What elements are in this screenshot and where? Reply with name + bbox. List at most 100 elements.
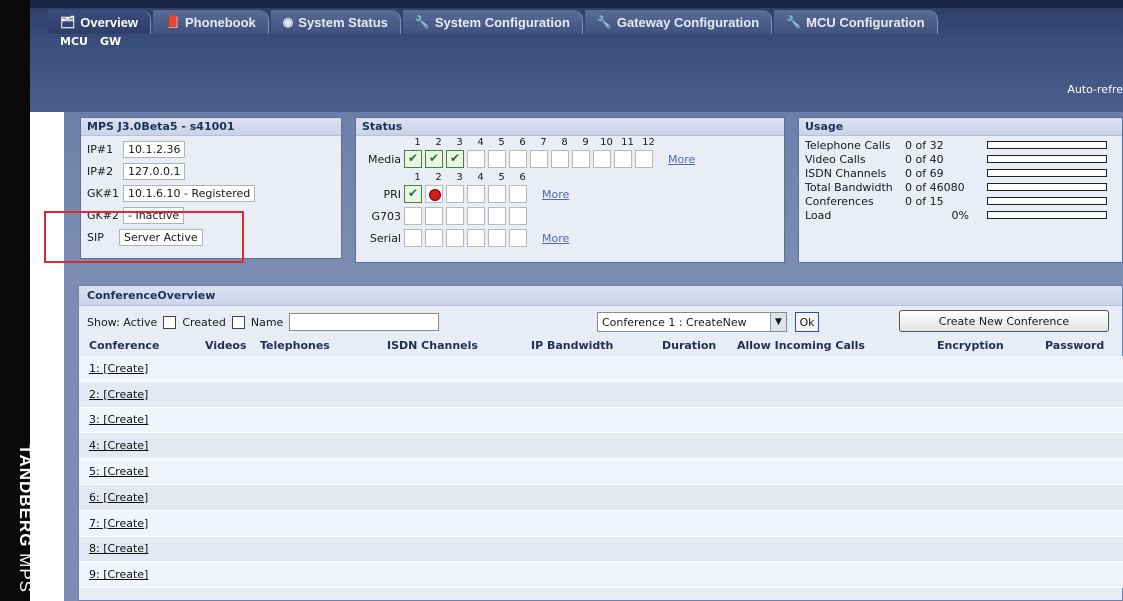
table-header: Conference Videos Telephones ISDN Channels I… xyxy=(79,338,1123,354)
usage-bar xyxy=(987,211,1107,219)
error-dot-icon xyxy=(425,185,443,203)
check-icon xyxy=(446,150,464,168)
status-cell xyxy=(509,229,527,247)
column-number: 6 xyxy=(519,137,526,148)
mps-rows: IP#1 10.1.2.36 IP#2 127.0.0.1 GK#1 10.1.6.10 … xyxy=(81,136,341,250)
subnav-mcu[interactable]: MCU xyxy=(60,35,88,48)
usage-bar xyxy=(987,155,1107,163)
tab-gateway-configuration[interactable]: 🔧 Gateway Configuration xyxy=(584,10,773,34)
usage-row: Load 0% xyxy=(805,208,1116,222)
create-conference-link[interactable]: 9: [Create] xyxy=(89,568,148,581)
wrench-icon: 🔧 xyxy=(786,15,802,29)
status-cell xyxy=(488,229,506,247)
table-row: 3: [Create] xyxy=(79,407,1123,434)
status-cell xyxy=(509,185,527,203)
column-number: 5 xyxy=(498,172,505,183)
usage-count: 0 of 32 xyxy=(905,138,944,152)
table-row: 4: [Create] xyxy=(79,433,1123,460)
column-number: 1 xyxy=(414,172,421,183)
column-number: 11 xyxy=(621,137,634,148)
ok-button[interactable]: Ok xyxy=(795,312,819,332)
conference-rows: 1: [Create] 2: [Create] 3: [Create] 4: [Cre… xyxy=(79,356,1123,589)
usage-row: ISDN Channels 0 of 69 xyxy=(805,166,1116,180)
more-link[interactable]: More xyxy=(542,188,569,201)
status-cell xyxy=(593,150,611,168)
status-cell xyxy=(509,207,527,225)
column-header: ISDN Channels xyxy=(387,339,478,352)
table-row: 6: [Create] xyxy=(79,484,1123,511)
mps-value: 10.1.2.36 xyxy=(123,140,186,158)
usage-panel: Usage Telephone Calls 0 of 32 Video Calls 0… xyxy=(798,117,1123,263)
create-conference-link[interactable]: 4: [Create] xyxy=(89,439,148,452)
create-conference-link[interactable]: 3: [Create] xyxy=(89,413,148,426)
created-checkbox[interactable] xyxy=(231,315,245,329)
name-input[interactable] xyxy=(289,313,440,331)
mps-value: 10.1.6.10 - Registered xyxy=(123,184,256,202)
more-link[interactable]: More xyxy=(668,153,695,166)
create-conference-link[interactable]: 5: [Create] xyxy=(89,465,148,478)
usage-row: Total Bandwidth 0 of 46080 xyxy=(805,180,1116,194)
create-conference-link[interactable]: 7: [Create] xyxy=(89,517,148,530)
mps-key: IP#2 xyxy=(87,164,114,178)
active-checkbox[interactable] xyxy=(163,315,177,329)
tab-mcu-configuration[interactable]: 🔧 MCU Configuration xyxy=(774,10,938,34)
tab-label: System Configuration xyxy=(434,14,570,30)
column-number: 7 xyxy=(540,137,547,148)
tab-phonebook[interactable]: 📕 Phonebook xyxy=(153,10,269,34)
column-header: Telephones xyxy=(260,339,330,352)
mps-value: 127.0.0.1 xyxy=(123,162,186,180)
usage-name: Video Calls xyxy=(805,152,866,166)
subnav-gw[interactable]: GW xyxy=(100,35,121,48)
mps-key: GK#1 xyxy=(87,186,119,200)
check-icon xyxy=(425,150,443,168)
mps-value: - Inactive xyxy=(123,206,185,224)
tab-label: Overview xyxy=(80,14,139,30)
wrench-icon: 🔧 xyxy=(414,15,430,29)
create-conference-link[interactable]: 2: [Create] xyxy=(89,388,148,401)
usage-bar xyxy=(987,141,1107,149)
pri-label: PRI xyxy=(383,187,401,201)
media-label: Media xyxy=(367,152,401,166)
chevron-down-icon[interactable]: ▼ xyxy=(770,313,786,331)
status-cell xyxy=(467,150,485,168)
create-conference-link[interactable]: 8: [Create] xyxy=(89,542,148,555)
column-numbers: 1 2 3 4 5 6 7 8 9 10 11 12 xyxy=(407,137,659,148)
check-icon xyxy=(404,185,422,203)
create-new-conference-button[interactable]: Create New Conference xyxy=(899,310,1109,332)
tab-overview[interactable]: 🗂 Overview xyxy=(48,10,152,34)
create-conference-link[interactable]: 1: [Create] xyxy=(89,362,148,375)
mps-row: IP#2 127.0.0.1 xyxy=(87,160,335,182)
column-header: Duration xyxy=(662,339,717,352)
filter-row: Show: Active Created Name xyxy=(87,312,440,332)
mps-row: GK#1 10.1.6.10 - Registered xyxy=(87,182,335,204)
table-row: 1: [Create] xyxy=(79,356,1123,382)
create-conference-link[interactable]: 6: [Create] xyxy=(89,491,148,504)
conference-overview-panel: ConferenceOverview Show: Active Created … xyxy=(78,285,1123,601)
more-link[interactable]: More xyxy=(542,232,569,245)
column-number: 8 xyxy=(561,137,568,148)
column-header: Videos xyxy=(205,339,247,352)
tab-system-configuration[interactable]: 🔧 System Configuration xyxy=(402,10,583,34)
tab-label: System Status xyxy=(298,14,388,30)
status-cell xyxy=(404,207,422,225)
table-row: 9: [Create] xyxy=(79,562,1123,589)
column-number: 6 xyxy=(519,172,526,183)
mps-key: SIP xyxy=(87,230,104,244)
usage-bar xyxy=(987,169,1107,177)
auto-refresh-label[interactable]: Auto-refre xyxy=(1067,83,1123,96)
column-header: Encryption xyxy=(937,339,1004,352)
tab-system-status[interactable]: ◉ System Status xyxy=(270,10,401,34)
column-number: 5 xyxy=(498,137,505,148)
conference-select[interactable]: Conference 1 : CreateNew ▼ xyxy=(597,312,787,332)
column-number: 4 xyxy=(477,137,484,148)
status-cell xyxy=(509,150,527,168)
mps-row: GK#2 - Inactive xyxy=(87,204,335,226)
status-cell xyxy=(446,207,464,225)
status-cell xyxy=(404,229,422,247)
status-cell xyxy=(446,229,464,247)
usage-bar xyxy=(987,197,1107,205)
conference-select-value: Conference 1 : CreateNew xyxy=(602,315,747,329)
status-cell xyxy=(425,207,443,225)
status-title: Status xyxy=(356,118,784,136)
mps-row: IP#1 10.1.2.36 xyxy=(87,138,335,160)
